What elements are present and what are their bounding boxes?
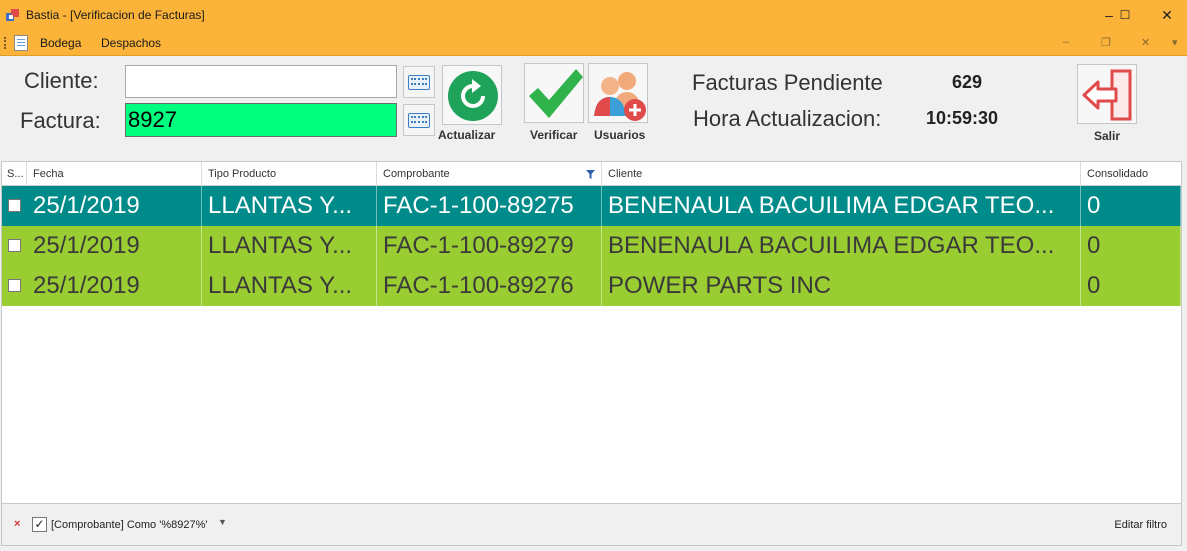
cell-consolidado[interactable]: 0 — [1081, 266, 1181, 306]
cliente-input[interactable] — [125, 65, 397, 98]
filter-funnel-icon[interactable] — [586, 170, 595, 179]
keyboard-icon — [408, 75, 430, 90]
cell-tipo-producto[interactable]: LLANTAS Y... — [202, 266, 377, 306]
factura-label: Factura: — [20, 108, 101, 133]
table-row[interactable]: 25/1/2019 LLANTAS Y... FAC-1-100-89276 POWE… — [2, 266, 1181, 306]
column-header-consolidado[interactable]: Consolidado — [1081, 162, 1181, 186]
cell-fecha[interactable]: 25/1/2019 — [27, 226, 202, 266]
salir-button[interactable] — [1077, 64, 1137, 124]
facturas-pendiente-value: 629 — [952, 72, 983, 92]
salir-caption: Salir — [1094, 129, 1121, 143]
clear-filter-icon[interactable]: × — [14, 518, 20, 530]
cell-cliente[interactable]: POWER PARTS INC — [602, 266, 1081, 306]
mdi-close-button[interactable]: ✕ — [1141, 36, 1150, 49]
column-header-comprobante[interactable]: Comprobante — [377, 162, 602, 186]
add-users-icon — [594, 72, 646, 121]
mdi-minimize-button[interactable]: – — [1063, 36, 1069, 48]
verificar-caption: Verificar — [530, 128, 578, 142]
menu-item-bodega[interactable]: Bodega — [40, 36, 81, 50]
facturas-grid[interactable]: S... Fecha Tipo Producto Comprobante Cli… — [1, 161, 1182, 504]
table-row[interactable]: 25/1/2019 LLANTAS Y... FAC-1-100-89279 BENE… — [2, 226, 1181, 266]
checkmark-icon — [529, 69, 583, 118]
facturas-pendiente-label: Facturas Pendiente — [692, 70, 883, 95]
cell-cliente[interactable]: BENENAULA BACUILIMA EDGAR TEO... — [602, 226, 1081, 266]
menu-item-despachos[interactable]: Despachos — [101, 36, 161, 50]
factura-input[interactable]: 8927 — [125, 103, 397, 137]
cell-tipo-producto[interactable]: LLANTAS Y... — [202, 226, 377, 266]
hora-actualizacion-value: 10:59:30 — [926, 108, 999, 128]
factura-keyboard-button[interactable] — [403, 104, 435, 136]
cliente-keyboard-button[interactable] — [403, 66, 435, 98]
filter-dropdown-icon[interactable]: ▼ — [218, 517, 227, 527]
menu-bar: Bodega Despachos – ❐ ✕ ▾ — [0, 30, 1187, 56]
title-bar: Bastia - [Verificacion de Facturas] – ☐ … — [0, 0, 1187, 30]
refresh-icon — [448, 71, 498, 121]
close-button[interactable]: ✕ — [1152, 4, 1182, 26]
usuarios-caption: Usuarios — [594, 128, 646, 142]
exit-door-icon — [1082, 69, 1132, 121]
column-header-fecha[interactable]: Fecha — [27, 162, 202, 186]
cell-cliente[interactable]: BENENAULA BACUILIMA EDGAR TEO... — [602, 186, 1081, 226]
filter-bar: × ✓ [Comprobante] Como '%8927%' ▼ Editar… — [1, 504, 1182, 546]
cell-fecha[interactable]: 25/1/2019 — [27, 186, 202, 226]
column-header-cliente[interactable]: Cliente — [602, 162, 1081, 186]
row-select-checkbox[interactable] — [8, 279, 21, 292]
cliente-label: Cliente: — [24, 68, 99, 93]
cell-consolidado[interactable]: 0 — [1081, 226, 1181, 266]
mdi-restore-button[interactable]: ❐ — [1101, 36, 1111, 49]
cell-comprobante[interactable]: FAC-1-100-89279 — [377, 226, 602, 266]
menu-grip-icon — [4, 37, 7, 49]
hora-actualizacion-label: Hora Actualizacion: — [693, 106, 882, 131]
column-header-select[interactable]: S... — [2, 162, 27, 186]
cell-fecha[interactable]: 25/1/2019 — [27, 266, 202, 306]
cell-comprobante[interactable]: FAC-1-100-89276 — [377, 266, 602, 306]
app-icon — [6, 9, 19, 21]
row-select-checkbox[interactable] — [8, 199, 21, 212]
cell-comprobante[interactable]: FAC-1-100-89275 — [377, 186, 602, 226]
cell-consolidado[interactable]: 0 — [1081, 186, 1181, 226]
verificar-button[interactable] — [524, 63, 584, 123]
maximize-button[interactable]: ☐ — [1110, 4, 1140, 26]
actualizar-button[interactable] — [442, 65, 502, 125]
cell-tipo-producto[interactable]: LLANTAS Y... — [202, 186, 377, 226]
window-title: Bastia - [Verificacion de Facturas] — [26, 8, 205, 22]
actualizar-caption: Actualizar — [438, 128, 496, 142]
row-select-checkbox[interactable] — [8, 239, 21, 252]
document-icon — [14, 35, 28, 51]
edit-filter-link[interactable]: Editar filtro — [1114, 519, 1167, 531]
usuarios-button[interactable] — [588, 63, 648, 123]
filter-enabled-checkbox[interactable]: ✓ — [32, 517, 47, 532]
mdi-more-button[interactable]: ▾ — [1172, 36, 1178, 49]
column-header-comprobante-label: Comprobante — [383, 168, 450, 180]
column-header-tipo-producto[interactable]: Tipo Producto — [202, 162, 377, 186]
keyboard-icon — [408, 113, 430, 128]
grid-header: S... Fecha Tipo Producto Comprobante Cli… — [2, 162, 1181, 186]
filter-expression[interactable]: [Comprobante] Como '%8927%' — [51, 519, 207, 531]
table-row[interactable]: 25/1/2019 LLANTAS Y... FAC-1-100-89275 BENE… — [2, 186, 1181, 226]
